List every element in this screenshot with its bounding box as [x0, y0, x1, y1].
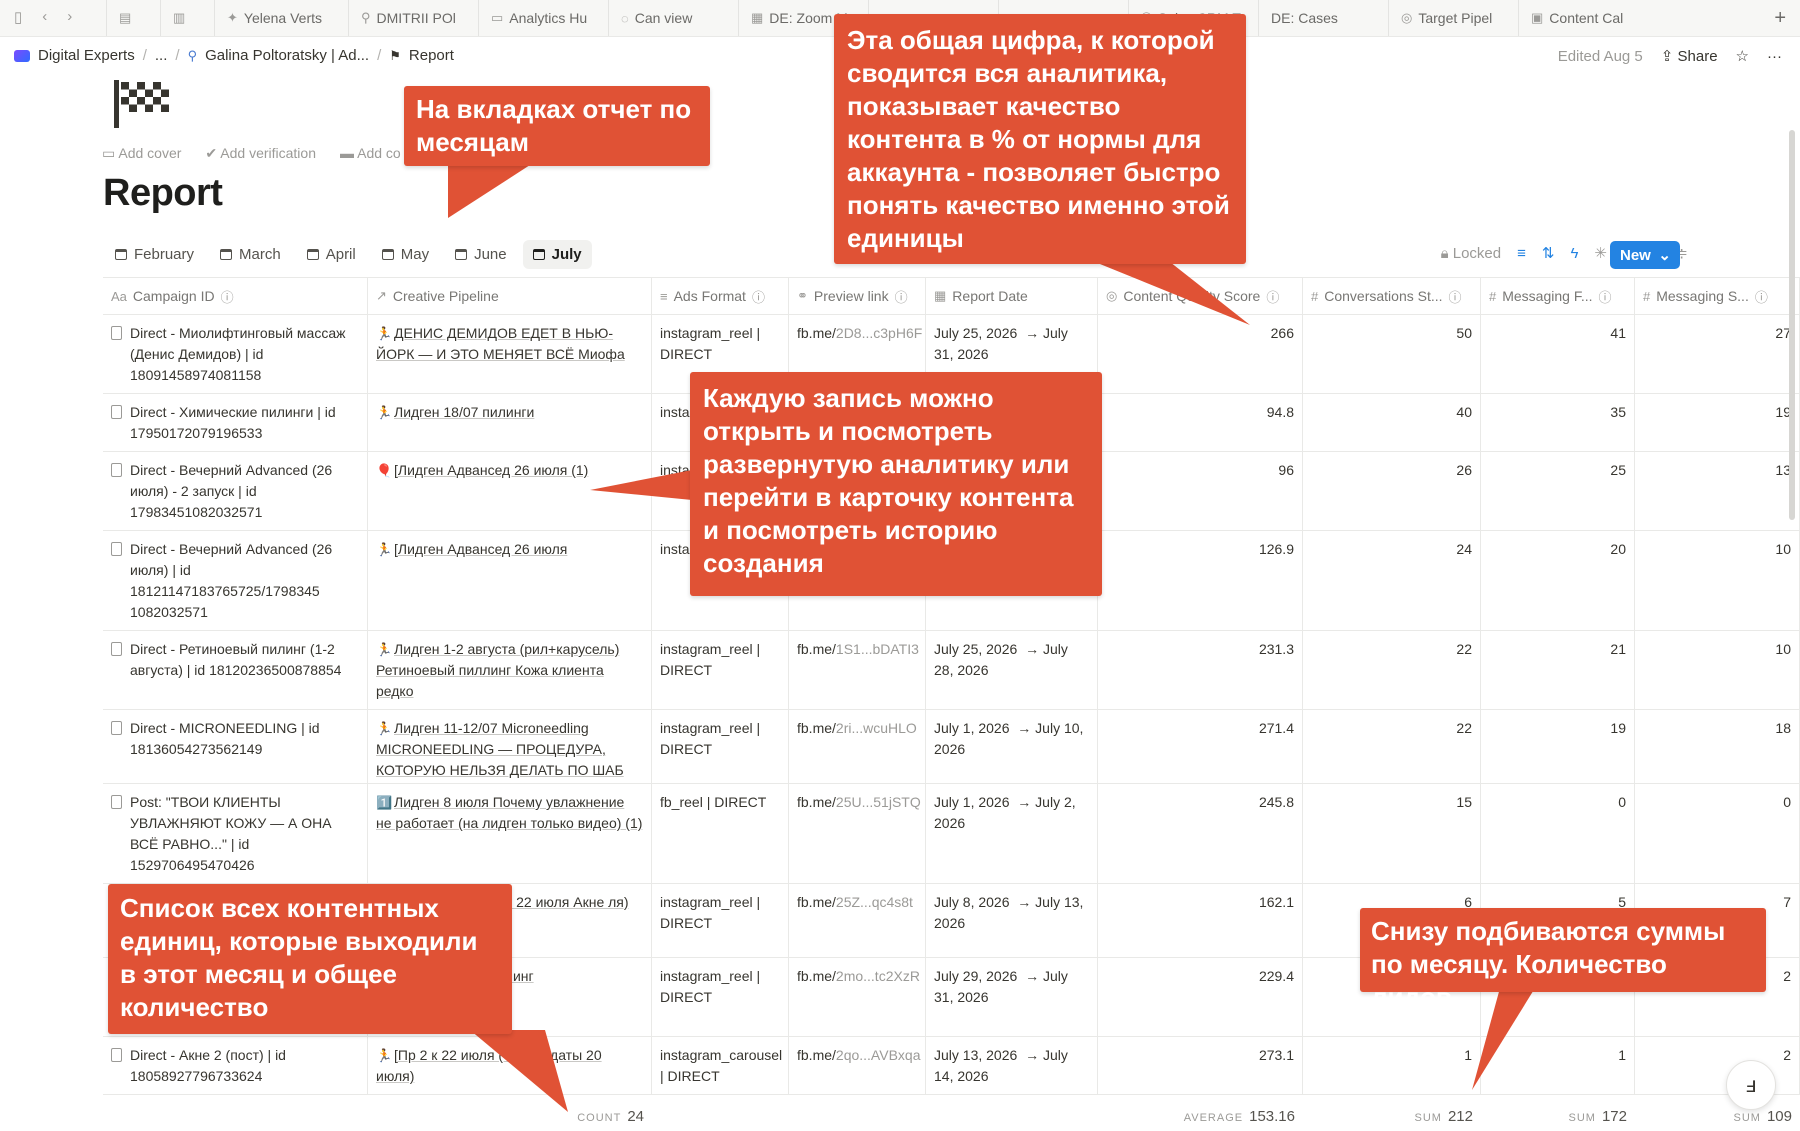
callout-score-note: Эта общая цифра, к которой сводится вся …	[834, 14, 1246, 264]
pointer-record-note	[590, 470, 692, 500]
pointer-tabs-note	[448, 165, 530, 218]
callout-record-note: Каждую запись можно открыть и посмотреть…	[690, 372, 1102, 596]
pointer-sum-note	[1472, 988, 1535, 1090]
callout-list-note: Список всех контентных единиц, которые в…	[108, 884, 512, 1034]
pointer-list-note	[470, 1030, 568, 1112]
pointer-score-note	[1095, 262, 1250, 325]
callout-tabs-note: На вкладках отчет по месяцам	[404, 86, 710, 166]
callout-sum-note: Снизу подбиваются суммы по месяцу. Колич…	[1360, 908, 1766, 1012]
